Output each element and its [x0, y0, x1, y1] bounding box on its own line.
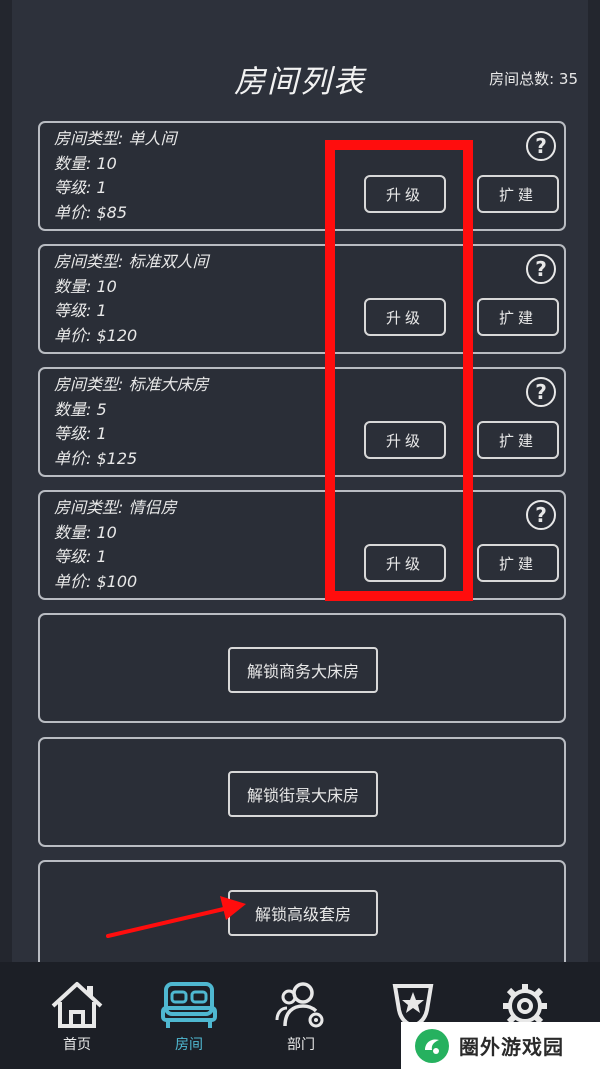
- room-price: 单价: $125: [54, 448, 138, 468]
- room-price: 单价: $85: [54, 202, 128, 222]
- room-card-couple: 房间类型: 情侣房 数量: 10 等级: 1 单价: $100 ? 升级 扩建: [38, 490, 566, 600]
- room-type: 房间类型: 标准双人间: [54, 252, 209, 271]
- room-card-standard-twin: 房间类型: 标准双人间 数量: 10 等级: 1 单价: $120 ? 升级 扩…: [38, 244, 566, 354]
- unlock-street-view-king-button[interactable]: 解锁街景大床房: [228, 771, 378, 817]
- help-icon[interactable]: ?: [526, 254, 556, 284]
- upgrade-highlight-box: [325, 140, 473, 601]
- room-total-count: 房间总数: 35: [489, 70, 578, 88]
- room-card-standard-king: 房间类型: 标准大床房 数量: 5 等级: 1 单价: $125 ? 升级 扩建: [38, 367, 566, 477]
- red-arrow-annotation: [106, 896, 246, 938]
- room-info: 房间类型: 情侣房 数量: 10 等级: 1 单价: $100: [54, 496, 176, 594]
- help-icon[interactable]: ?: [526, 377, 556, 407]
- unlock-card-business-king: 解锁商务大床房: [38, 613, 566, 723]
- room-level: 等级: 1: [54, 547, 107, 566]
- room-info: 房间类型: 标准双人间 数量: 10 等级: 1 单价: $120: [54, 250, 208, 348]
- room-level: 等级: 1: [54, 424, 107, 443]
- unlock-card-street-view-king: 解锁街景大床房: [38, 737, 566, 847]
- room-info: 房间类型: 单人间 数量: 10 等级: 1 单价: $85: [54, 127, 176, 225]
- room-count: 数量: 10: [54, 276, 117, 296]
- help-icon[interactable]: ?: [526, 500, 556, 530]
- room-count: 数量: 10: [54, 153, 117, 173]
- expand-button[interactable]: 扩建: [477, 175, 559, 213]
- expand-button[interactable]: 扩建: [477, 421, 559, 459]
- watermark-logo-icon: [415, 1028, 449, 1063]
- room-count: 数量: 5: [54, 399, 107, 419]
- watermark-text: 圈外游戏园: [459, 1035, 564, 1059]
- room-type: 房间类型: 情侣房: [54, 498, 177, 517]
- room-price: 单价: $100: [54, 571, 138, 591]
- tab-home[interactable]: 首页: [22, 962, 132, 1069]
- room-type: 房间类型: 标准大床房: [54, 375, 209, 394]
- right-edge-shade: [588, 0, 600, 1069]
- unlock-business-king-button[interactable]: 解锁商务大床房: [228, 647, 378, 693]
- tab-rooms[interactable]: 房间: [134, 962, 244, 1069]
- tab-label: 部门: [287, 1037, 315, 1053]
- expand-button[interactable]: 扩建: [477, 544, 559, 582]
- tab-label: 首页: [63, 1037, 91, 1053]
- help-icon[interactable]: ?: [526, 131, 556, 161]
- room-card-single: 房间类型: 单人间 数量: 10 等级: 1 单价: $85 ? 升级 扩建: [38, 121, 566, 231]
- home-icon: [51, 982, 103, 1028]
- expand-button[interactable]: 扩建: [477, 298, 559, 336]
- bed-icon: [161, 982, 217, 1028]
- room-info: 房间类型: 标准大床房 数量: 5 等级: 1 单价: $125: [54, 373, 208, 471]
- room-type: 房间类型: 单人间: [54, 129, 177, 148]
- tab-label: 房间: [175, 1037, 203, 1053]
- room-level: 等级: 1: [54, 178, 107, 197]
- room-level: 等级: 1: [54, 301, 107, 320]
- header: 房间列表 房间总数: 35: [0, 0, 600, 110]
- tab-departments[interactable]: 部门: [246, 962, 356, 1069]
- site-watermark: 圈外游戏园: [401, 1022, 600, 1069]
- users-gear-icon: [275, 982, 324, 1028]
- room-count: 数量: 10: [54, 522, 117, 542]
- left-edge-shade: [0, 0, 12, 1069]
- room-price: 单价: $120: [54, 325, 138, 345]
